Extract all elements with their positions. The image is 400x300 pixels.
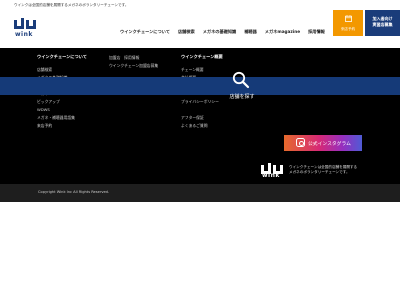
nav-hearing-aid[interactable]: 補聴器 <box>244 29 257 35</box>
nav-about[interactable]: ウインクチェーンについて <box>120 29 170 35</box>
footer-link[interactable]: チェーン概要 <box>181 66 223 74</box>
footer-link[interactable] <box>181 106 223 114</box>
magnifier-icon <box>232 71 250 93</box>
footer-link[interactable]: ウインクチェーン加盟店募集 <box>109 62 158 70</box>
footer-logo-wordmark: wink <box>262 172 280 179</box>
reserve-label: 来店予約 <box>340 27 356 31</box>
footer-link[interactable]: WDWS <box>37 106 87 114</box>
footer-col-overview-list: チェーン概要 会社概要 プライバシーポリシー アフター保証 よくあるご質問 <box>181 66 223 130</box>
footer-link[interactable]: プライバシーポリシー <box>181 98 223 106</box>
nav-store-search[interactable]: 店舗検索 <box>178 29 195 35</box>
top-banner: ウインクは全国的店舗を展開するメガネのボランタリーチェーンです。 <box>0 0 400 10</box>
nav-magazine[interactable]: メガネmagazine <box>265 29 300 35</box>
footer-wink-logo[interactable]: wink <box>260 160 284 182</box>
footer-link[interactable]: 来店予約 <box>37 122 87 130</box>
reserve-button[interactable]: 来店予約 <box>333 10 363 36</box>
recruit-button[interactable]: 加入者向け 実習店募集 <box>365 10 400 36</box>
footer-link[interactable]: メガネ・補聴器用語集 <box>37 114 87 122</box>
copyright-text: Copyright Wink Inc All Rights Reserved. <box>38 190 110 194</box>
footer-desc-line2: メガネのボランタリーチェーンです。 <box>289 170 350 174</box>
footer-link[interactable]: アフター保証 <box>181 114 223 122</box>
instagram-button[interactable]: 公式インスタグラム <box>284 135 362 151</box>
store-search-label: 店舗を探す <box>229 94 255 100</box>
footer-link[interactable]: 加盟店 採用情報 <box>109 54 158 62</box>
footer-col-overview-title[interactable]: ウインクチェーン概要 <box>181 54 223 60</box>
nav-basics[interactable]: メガネの基礎知識 <box>203 29 237 35</box>
copyright-bar: Copyright Wink Inc All Rights Reserved. <box>0 184 400 202</box>
footer-col-about-title[interactable]: ウインクチェーンについて <box>37 54 87 60</box>
store-search-band <box>0 77 400 95</box>
global-nav: ウインクチェーンについて 店舗検索 メガネの基礎知識 補聴器 メガネmagazi… <box>120 29 325 35</box>
instagram-label: 公式インスタグラム <box>308 141 351 147</box>
wink-logo-mark-icon <box>14 18 36 29</box>
footer-link[interactable]: 店舗検索 <box>37 66 87 74</box>
recruit-label-line2: 実習店募集 <box>372 22 393 27</box>
nav-recruit[interactable]: 採用情報 <box>308 29 325 35</box>
logo-wordmark: wink <box>15 31 33 38</box>
footer-link[interactable]: よくあるご質問 <box>181 122 223 130</box>
footer-col-recruit: 加盟店 採用情報 ウインクチェーン加盟店募集 <box>109 54 158 70</box>
site-tagline: ウインクは全国的店舗を展開するメガネのボランタリーチェーンです。 <box>14 3 129 7</box>
wink-logo[interactable]: wink <box>14 18 36 40</box>
footer-col-recruit-list: 加盟店 採用情報 ウインクチェーン加盟店募集 <box>109 54 158 70</box>
footer-link[interactable]: ピックアップ <box>37 98 87 106</box>
calendar-icon <box>345 15 352 24</box>
page-bottom-area <box>0 202 400 300</box>
instagram-icon <box>296 138 305 147</box>
footer-col-about-list: 店舗検索 メガネの基礎知識 補聴器 メガネ ピックアップ WDWS メガネ・補聴… <box>37 66 87 130</box>
store-search-button[interactable]: 店舗を探す <box>220 67 260 103</box>
footer-description: ウインクチェーンは全国的店舗を展開する メガネのボランタリーチェーンです。 <box>289 165 369 175</box>
